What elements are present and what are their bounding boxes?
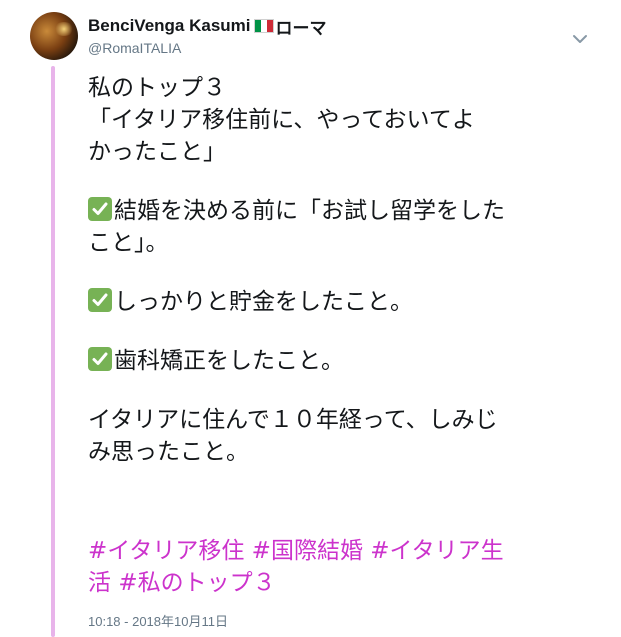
hashtags: #イタリア移住 #国際結婚 #イタリア生 活 #私のトップ３ <box>88 535 608 599</box>
text-line: こと」。 <box>88 230 169 256</box>
hashtag-line: #イタリア移住 #国際結婚 #イタリア生 <box>88 535 608 567</box>
hashtag-link[interactable]: #イタリア生 <box>370 538 503 564</box>
hashtag-link[interactable]: #イタリア移住 <box>88 538 244 564</box>
text-line: み思ったこと。 <box>88 439 249 465</box>
thread-line <box>51 66 55 637</box>
user-handle[interactable]: @RomaITALIA <box>88 40 568 56</box>
check-mark-button-icon <box>88 347 112 371</box>
italy-flag-icon <box>253 19 274 33</box>
avatar[interactable] <box>30 12 78 60</box>
text-line: かったこと」 <box>88 139 226 165</box>
chevron-down-icon[interactable] <box>572 30 588 43</box>
check-mark-button-icon <box>88 197 112 221</box>
tweet-timestamp[interactable]: 10:18 - 2018年10月11日 <box>88 611 228 630</box>
avatar-glow <box>54 22 74 36</box>
text-line: イタリアに住んで１０年経って、しみじ <box>88 407 498 433</box>
hashtag-line: 活 #私のトップ３ <box>88 567 608 599</box>
tweet-text: 私のトップ３ 「イタリア移住前に、やっておいてよ かったこと」 結婚を決める前に… <box>88 72 608 468</box>
tweet: BenciVenga Kasumi ローマ @RomaITALIA 私のトップ３… <box>0 0 621 637</box>
text-line: 「イタリア移住前に、やっておいてよ <box>88 107 475 133</box>
list-item: しっかりと貯金をしたこと。 <box>88 286 608 318</box>
text-line: 私のトップ３ <box>88 75 226 101</box>
list-item: 歯科矯正をしたこと。 <box>88 345 608 377</box>
display-name[interactable]: BenciVenga Kasumi <box>88 16 251 36</box>
hashtag-link[interactable]: #私のトップ３ <box>118 570 275 596</box>
name-row[interactable]: BenciVenga Kasumi ローマ <box>88 14 568 39</box>
check-mark-button-icon <box>88 288 112 312</box>
display-name-suffix[interactable]: ローマ <box>276 14 327 39</box>
list-item-text: 歯科矯正をしたこと。 <box>114 348 344 374</box>
hashtag-link[interactable]: #国際結婚 <box>252 538 363 564</box>
tweet-header: BenciVenga Kasumi ローマ @RomaITALIA <box>88 15 568 56</box>
list-item-text: しっかりと貯金をしたこと。 <box>114 289 413 315</box>
list-item: 結婚を決める前に「お試し留学をした <box>88 195 608 227</box>
list-item-text: 結婚を決める前に「お試し留学をした <box>114 198 505 224</box>
hashtag-link[interactable]: 活 <box>88 570 111 596</box>
